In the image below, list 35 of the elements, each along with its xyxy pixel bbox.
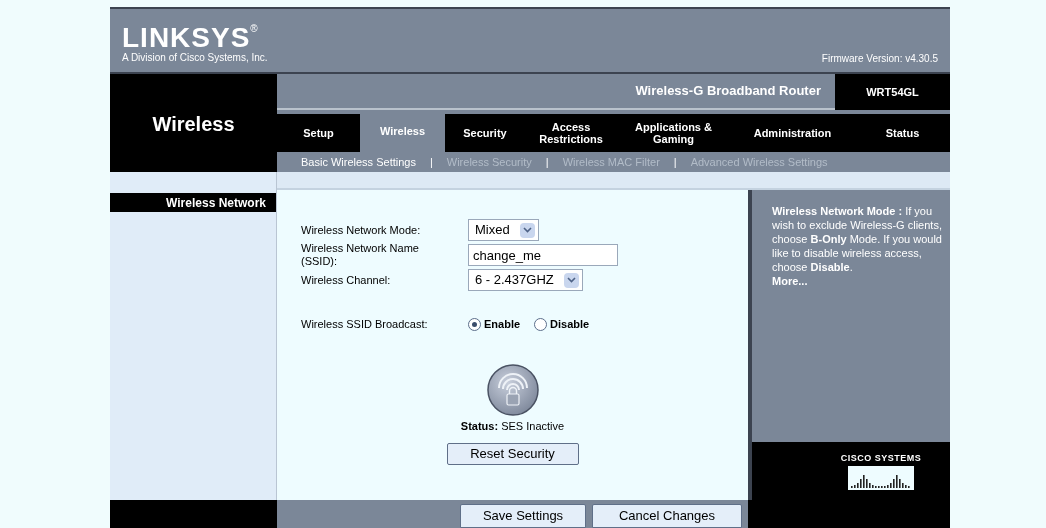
radio-label: Enable — [484, 316, 521, 332]
dropdown[interactable]: Mixed — [468, 219, 539, 241]
radio-label: Disable — [550, 316, 590, 332]
separator: | — [545, 154, 549, 170]
section-title: Wireless — [152, 112, 235, 137]
text-field[interactable]: change_me — [468, 244, 618, 266]
subnav-link[interactable]: Basic Wireless Settings — [301, 153, 416, 171]
radio-button[interactable] — [468, 317, 481, 331]
footer-button[interactable]: Save Settings — [460, 504, 586, 528]
cisco-wordmark: CISCO SYSTEMS — [840, 452, 922, 466]
radio-button[interactable] — [534, 317, 548, 331]
nav-tab[interactable]: Wireless — [360, 110, 445, 152]
registered-mark: ® — [250, 24, 258, 34]
field-label: Wireless Channel: — [301, 273, 392, 287]
brand-tagline: A Division of Cisco Systems, Inc. — [122, 52, 268, 64]
separator: | — [673, 154, 677, 170]
ses-status: Status: SES Inactive — [460, 419, 565, 434]
brand-logo: LINKSYS — [122, 24, 251, 52]
separator: | — [429, 154, 433, 170]
field-label: Wireless Network Name (SSID): — [301, 242, 420, 268]
field-label: Wireless Network Mode: — [301, 223, 422, 237]
firmware-version: Firmware Version: v4.30.5 — [821, 52, 938, 66]
field-label: Wireless SSID Broadcast: — [301, 317, 429, 331]
model-name: WRT54GL — [866, 84, 919, 100]
cisco-bars-icon — [848, 465, 914, 490]
caret-icon — [519, 222, 535, 238]
sidebar-heading: Wireless Network — [166, 194, 266, 212]
reset-security-button[interactable]: Reset Security — [446, 442, 579, 465]
wireless-lock-icon — [486, 364, 539, 416]
caret-icon — [563, 272, 579, 288]
help-text: Wireless Network Mode : If you wish to exclude Wireless-G clients, choose B-Only Mode. If you would like to disable wireless access, choose Disable. — [772, 204, 942, 274]
more-link[interactable]: More... — [772, 274, 808, 288]
footer-button[interactable]: Cancel Changes — [592, 504, 742, 528]
product-name: Wireless-G Broadband Router — [635, 82, 821, 101]
dropdown[interactable]: 6 - 2.437GHZ — [468, 269, 583, 291]
